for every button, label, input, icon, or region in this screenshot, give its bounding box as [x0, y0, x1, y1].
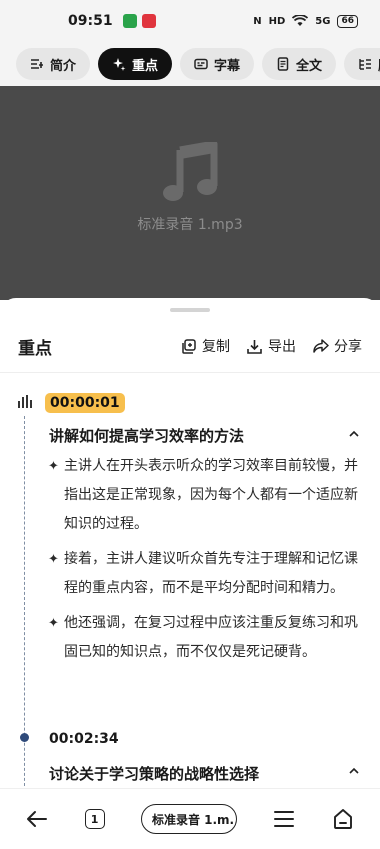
home-button[interactable] — [332, 808, 354, 830]
tab-fulltext[interactable]: 全文 — [262, 48, 337, 80]
share-icon — [313, 338, 329, 353]
bullet-text: 主讲人在开头表示听众的学习效率目前较慢，并指出这是正常现象，因为每个人都有一个适… — [64, 458, 358, 532]
sparkle-bullet-icon: ✦ — [48, 616, 59, 631]
copy-label: 复制 — [202, 339, 230, 355]
document-icon — [277, 57, 289, 71]
section-title[interactable]: 讲解如何提高学习效率的方法 — [49, 425, 244, 446]
export-label: 导出 — [268, 339, 296, 355]
bullet-text: 他还强调，在复习过程中应该注重反复练习和巩固已知的知识点，而不仅仅是死记硬背。 — [64, 615, 358, 660]
share-label: 分享 — [334, 339, 362, 355]
wechat-notification-icon — [122, 14, 137, 28]
nfc-icon: N — [253, 15, 262, 27]
timestamp-badge[interactable]: 00:00:01 — [45, 393, 125, 413]
bullet-item: ✦ 他还强调，在复习过程中应该注重反复练习和巩固已知的知识点，而不仅仅是死记硬背… — [48, 609, 364, 667]
tab-mindmap[interactable]: 脑图 — [344, 48, 380, 80]
copy-icon — [182, 338, 196, 354]
chevron-up-icon[interactable] — [348, 765, 360, 777]
chevron-up-icon[interactable] — [348, 428, 360, 440]
intro-icon — [31, 59, 43, 69]
back-button[interactable] — [26, 810, 48, 828]
wifi-icon — [292, 15, 309, 26]
home-icon — [333, 809, 352, 829]
share-button[interactable]: 分享 — [312, 336, 362, 356]
timeline-dot — [20, 733, 29, 742]
address-pill[interactable]: 标准录音 1.m... — [140, 804, 237, 834]
signal-label: 5G — [315, 15, 331, 27]
tab-intro-label: 简介 — [50, 58, 77, 74]
tabs-button[interactable]: 1 — [84, 809, 105, 829]
audio-filename: 标准录音 1.mp3 — [137, 217, 243, 233]
address-label: 标准录音 1.m... — [140, 804, 237, 834]
sheet-drag-handle[interactable] — [170, 308, 210, 312]
sparkle-icon — [113, 58, 126, 71]
tab-intro[interactable]: 简介 — [16, 48, 91, 80]
export-button[interactable]: 导出 — [246, 336, 296, 356]
sheet-header: 重点 复制 导出 分享 — [0, 326, 380, 366]
sheet-actions: 复制 导出 分享 — [180, 336, 362, 356]
audio-wave-icon — [18, 395, 32, 408]
bullet-text: 接着，主讲人建议听众首先专注于理解和记忆课程的重点内容，而不是平均分配时间和精力… — [64, 551, 358, 596]
audio-preview[interactable]: 标准录音 1.mp3 — [0, 86, 380, 300]
tab-highlights-label: 重点 — [132, 58, 159, 74]
bullet-item: ✦ 接着，主讲人建议听众首先专注于理解和记忆课程的重点内容，而不是平均分配时间和… — [48, 545, 364, 603]
highlights-sheet: 重点 复制 导出 分享 00:00:01 讲解如何提高学习效率的方法 ✦ 主讲人… — [0, 298, 380, 796]
music-note-icon — [163, 142, 218, 201]
mindmap-icon — [359, 59, 372, 70]
tab-highlights[interactable]: 重点 — [98, 48, 173, 80]
sparkle-bullet-icon: ✦ — [48, 552, 59, 567]
tab-fulltext-label: 全文 — [296, 58, 323, 74]
browser-nav-bar: 1 标准录音 1.m... — [0, 788, 380, 849]
section-title[interactable]: 讨论关于学习策略的战略性选择 — [49, 763, 259, 784]
download-icon — [247, 339, 262, 354]
timestamp-label[interactable]: 00:02:34 — [49, 731, 119, 747]
tab-subtitles-label: 字幕 — [214, 58, 241, 74]
bullet-item: ✦ 主讲人在开头表示听众的学习效率目前较慢，并指出这是正常现象，因为每个人都有一… — [48, 452, 364, 539]
sheet-title: 重点 — [18, 338, 52, 359]
app-notification-icon — [141, 14, 156, 28]
tab-count: 1 — [84, 809, 105, 829]
back-arrow-icon — [27, 811, 48, 827]
tab-subtitles[interactable]: 字幕 — [180, 48, 255, 80]
status-indicators: N HD 5G 66 — [253, 14, 358, 28]
menu-button[interactable] — [273, 810, 295, 828]
hd-icon: HD — [268, 15, 286, 27]
subtitle-icon — [194, 58, 208, 70]
hamburger-menu-icon — [274, 811, 295, 827]
status-time: 09:51 — [68, 13, 113, 29]
battery-icon: 66 — [337, 14, 358, 28]
bullet-list: ✦ 主讲人在开头表示听众的学习效率目前较慢，并指出这是正常现象，因为每个人都有一… — [48, 452, 364, 673]
sparkle-bullet-icon: ✦ — [48, 459, 59, 474]
tab-bar: 简介 重点 字幕 全文 脑图 — [0, 42, 380, 86]
copy-button[interactable]: 复制 — [180, 336, 230, 356]
header-divider — [0, 372, 380, 373]
status-bar: 09:51 N HD 5G 66 — [0, 0, 380, 42]
